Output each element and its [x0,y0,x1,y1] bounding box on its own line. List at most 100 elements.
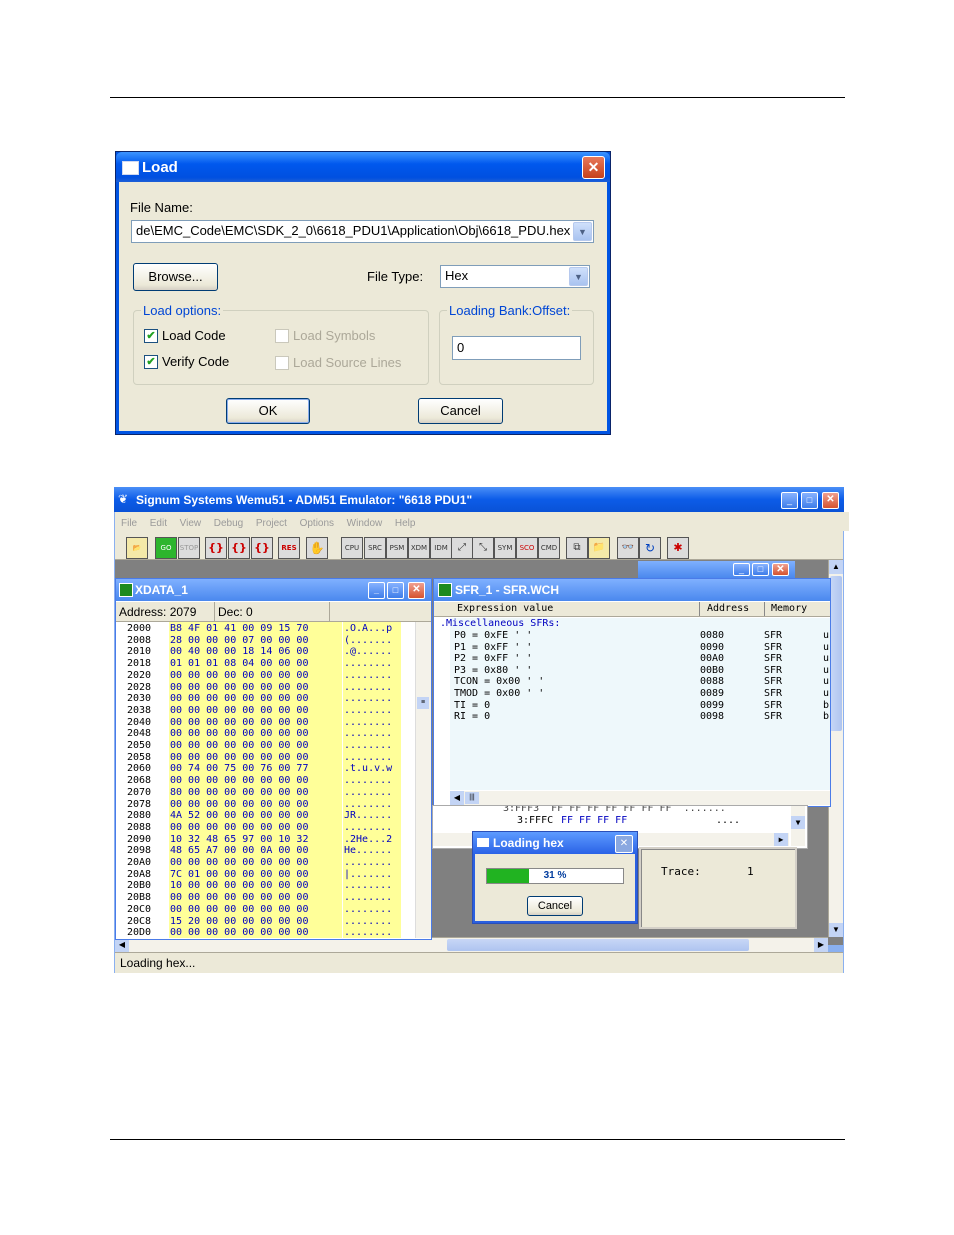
sfr-title: SFR_1 - SFR.WCH [455,583,560,597]
cpu-window-icon[interactable]: CPU [341,537,363,559]
sfr-row[interactable]: P0 = 0xFE ' ' 0080 SFR u [434,630,830,642]
menu-project[interactable]: Project [256,518,287,529]
close-icon[interactable]: ✕ [408,582,425,599]
hand-icon[interactable]: ✋ [306,537,328,559]
column-address[interactable]: Address [707,603,749,614]
file-type-select[interactable]: Hex ▼ [440,265,590,288]
ok-button[interactable]: OK [226,398,310,424]
loading-bank-input[interactable]: 0 [452,336,581,360]
hex-row-address: 2040 [127,716,152,728]
step-into-icon[interactable]: {} [205,537,227,559]
emulator-titlebar[interactable]: ❦ Signum Systems Wemu51 - ADM51 Emulator… [114,487,844,512]
maximize-icon[interactable]: □ [801,492,818,509]
menu-debug[interactable]: Debug [214,518,243,529]
stop-icon[interactable]: STOP [178,537,200,559]
file-name-label: File Name: [130,200,193,215]
xdm-window-icon[interactable]: XDM [408,537,430,559]
scrollbar-thumb[interactable] [447,939,749,951]
sfr-row-address: 0088 [700,676,725,688]
sfr-row[interactable]: TMOD = 0x00 ' ' 0089 SFR u [434,688,830,700]
maximize-icon[interactable]: □ [387,582,404,599]
chevron-right-icon[interactable]: ▶ [774,833,788,846]
refresh-icon[interactable]: ↻ [639,537,661,559]
reset-icon[interactable]: RES [278,537,300,559]
minimize-icon[interactable]: _ [368,582,385,599]
sfr-row[interactable]: TI = 0 0099 SFR b [434,700,830,712]
sfr-row[interactable]: RI = 0 0098 SFR b [434,711,830,723]
chevron-down-icon[interactable]: ▼ [791,816,805,829]
minimize-icon[interactable]: _ [733,563,750,576]
sfr-row[interactable]: P1 = 0xFF ' ' 0090 SFR u [434,642,830,654]
maximize-icon[interactable]: □ [752,563,769,576]
status-window-titlebar[interactable]: _ □ ✕ [638,561,795,578]
chevron-left-icon[interactable]: ◀ [450,791,464,805]
scrollbar-thumb[interactable] [830,576,842,731]
cancel-button[interactable]: Cancel [418,398,503,424]
chevron-down-icon[interactable]: ▼ [569,267,588,286]
psm-window-icon[interactable]: PSM [386,537,408,559]
breakpoint-window-icon[interactable]: ⤡ [472,537,494,559]
chevron-down-icon[interactable]: ▼ [573,222,592,241]
minimize-icon[interactable]: _ [781,492,798,509]
step-over-icon[interactable]: {} [228,537,250,559]
chevron-up-icon[interactable]: ▲ [829,560,843,574]
sfr-titlebar[interactable]: SFR_1 - SFR.WCH [434,579,830,601]
loading-hex-titlebar[interactable]: Loading hex ✕ [473,832,637,854]
load-code-checkbox[interactable]: ✔ [144,329,158,343]
menu-view[interactable]: View [180,518,202,529]
open-project-icon[interactable]: 📁 [588,537,610,559]
scrollbar-thumb[interactable]: ≡ [417,697,429,709]
load-symbols-checkbox[interactable] [275,329,289,343]
hex-row-ascii: ........ [344,740,393,751]
close-icon[interactable]: ✕ [615,835,633,853]
step-out-icon[interactable]: {} [251,537,273,559]
menu-options[interactable]: Options [300,518,334,529]
menu-file[interactable]: File [121,518,137,529]
sfr-row[interactable]: P2 = 0xFF ' ' 00A0 SFR u [434,653,830,665]
hex-row-ascii: ........ [344,857,393,868]
go-icon[interactable]: GO [155,537,177,559]
chevron-down-icon[interactable]: ▼ [829,923,843,937]
tile-icon[interactable]: ⧉ [566,537,588,559]
load-dialog-titlebar[interactable]: Load ✕ [116,152,610,182]
menu-help[interactable]: Help [395,518,416,529]
load-source-lines-checkbox[interactable] [275,356,289,370]
xdata-scrollbar[interactable]: ≡ [415,622,431,938]
memory-row-ascii: .... [716,815,741,826]
open-folder-icon[interactable]: 📂 [126,537,148,559]
status-bar: Loading hex... [115,952,843,973]
chevron-right-icon[interactable]: ▶ [814,938,828,952]
file-name-combo[interactable]: de\EMC_Code\EMC\SDK_2_0\6618_PDU1\Applic… [131,220,594,243]
close-icon[interactable]: ✕ [772,563,789,576]
idm-window-icon[interactable]: IDM [430,537,452,559]
sfr-row[interactable]: TCON = 0x00 ' ' 0088 SFR u [434,676,830,688]
sfr-horizontal-scrollbar[interactable]: ◀ ||| [450,791,830,805]
chevron-left-icon[interactable]: ◀ [115,938,129,952]
column-expression[interactable]: Expression value [457,603,553,614]
watch-window-icon[interactable]: ⤢ [451,537,473,559]
bug-icon[interactable]: ✱ [667,537,689,559]
trace-value: 1 [747,865,754,878]
column-memory[interactable]: Memory [771,603,807,614]
close-icon[interactable]: ✕ [822,492,839,509]
scrollbar-thumb[interactable]: ||| [465,792,479,804]
sfr-row-memory: SFR [764,630,783,641]
command-window-icon[interactable]: CMD [538,537,560,559]
sfr-row[interactable]: P3 = 0x80 ' ' 00B0 SFR u [434,665,830,677]
source-window-icon[interactable]: SRC [364,537,386,559]
menu-edit[interactable]: Edit [150,518,167,529]
verify-code-checkbox[interactable]: ✔ [144,355,158,369]
memory-scrollbar[interactable]: ▼ [791,806,805,846]
binoculars-icon[interactable]: 👓 [617,537,639,559]
xdata-titlebar[interactable]: XDATA_1 _ □ ✕ [116,579,431,601]
symbol-window-icon[interactable]: SYM [494,537,516,559]
menu-window[interactable]: Window [347,518,383,529]
xdata-title: XDATA_1 [135,583,188,597]
scope-window-icon[interactable]: SCO [516,537,538,559]
sfr-row-expression: P3 = 0x80 ' ' [454,664,533,676]
loading-cancel-button[interactable]: Cancel [527,896,583,916]
browse-button[interactable]: Browse... [133,263,218,291]
close-icon[interactable]: ✕ [582,156,605,179]
hex-row-address: 2068 [127,775,152,787]
hex-row-ascii: .2He...2 [344,833,393,845]
